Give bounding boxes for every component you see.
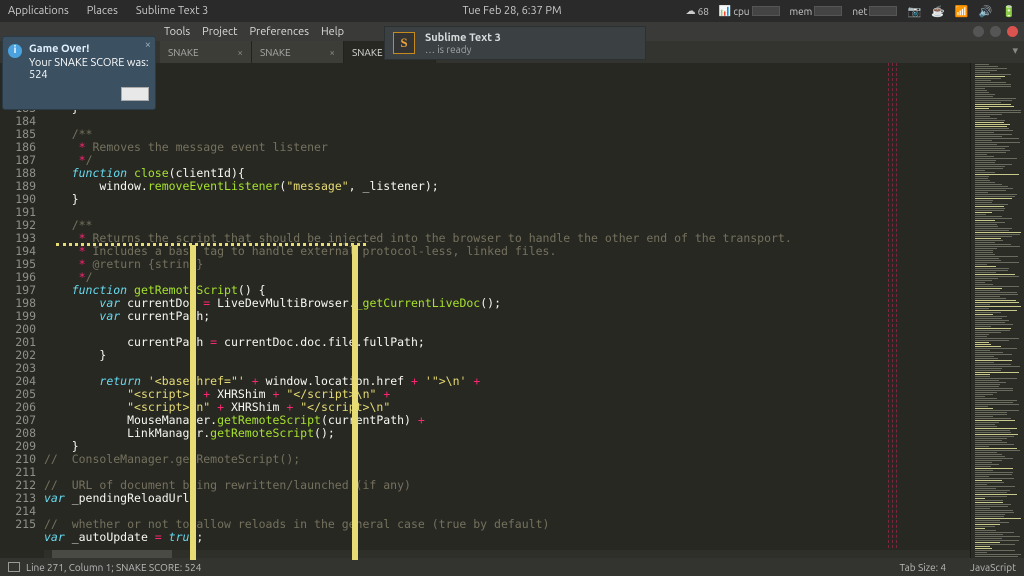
notification-title: Sublime Text 3 (425, 32, 501, 44)
menu-item[interactable]: Help (317, 26, 348, 38)
dialog-body: Your SNAKE SCORE was: 524 (29, 57, 149, 81)
window-maximize-button[interactable] (990, 26, 1001, 37)
line-number-gutter: 1801811821831841851861871881891901911921… (0, 63, 44, 558)
camera-icon[interactable]: 📷 (907, 5, 921, 18)
tab-overflow-icon[interactable]: ▾ (1012, 44, 1018, 57)
close-icon[interactable]: × (237, 47, 243, 58)
window-close-button[interactable] (1007, 26, 1018, 37)
coffee-icon[interactable]: ☕ (931, 5, 945, 18)
net-meter: net (852, 6, 897, 17)
notification-body: … is ready (425, 44, 501, 55)
menu-item[interactable]: Project (198, 26, 241, 38)
window-minimize-button[interactable] (973, 26, 984, 37)
battery-icon[interactable]: 🔋 (1002, 5, 1016, 18)
mem-meter: mem (790, 6, 843, 17)
document-icon (8, 562, 20, 572)
menu-item[interactable]: Preferences (245, 26, 313, 38)
editor-pane: 1801811821831841851861871881891901911921… (0, 63, 1024, 558)
dialog-close-icon[interactable]: × (145, 39, 151, 51)
volume-icon[interactable]: 🔊 (979, 5, 993, 18)
notification-popup[interactable]: S Sublime Text 3 … is ready (384, 26, 646, 60)
editor-tab[interactable]: SNAKE× (160, 41, 252, 63)
tab-size-selector[interactable]: Tab Size: 4 (900, 562, 947, 573)
dialog-title: Game Over! (29, 43, 149, 55)
minimap[interactable] (970, 63, 1024, 558)
code-area[interactable]: } /** * Removes the message event listen… (44, 63, 970, 558)
scrollbar-thumb[interactable] (52, 550, 172, 558)
editor-tab[interactable]: SNAKE× (252, 41, 344, 63)
clock[interactable]: Tue Feb 28, 6:37 PM (462, 5, 561, 17)
close-icon[interactable]: × (329, 47, 335, 58)
cloud-indicator[interactable]: ☁ 68 (686, 5, 709, 17)
status-left[interactable]: Line 271, Column 1; SNAKE SCORE: 524 (26, 562, 201, 573)
network-icon[interactable]: 📶 (955, 5, 969, 18)
syntax-selector[interactable]: JavaScript (970, 562, 1016, 573)
cpu-meter: 📊 cpu (719, 5, 780, 17)
dialog-ok-button[interactable] (121, 87, 149, 101)
menu-active-app[interactable]: Sublime Text 3 (136, 5, 208, 17)
status-bar: Line 271, Column 1; SNAKE SCORE: 524 Tab… (0, 558, 1024, 576)
horizontal-scrollbar[interactable] (44, 550, 970, 558)
info-icon: i (8, 44, 22, 58)
menu-applications[interactable]: Applications (8, 5, 69, 17)
sublime-icon: S (393, 32, 415, 54)
menu-places[interactable]: Places (87, 5, 118, 17)
menu-item[interactable]: Tools (160, 26, 194, 38)
system-top-bar: Applications Places Sublime Text 3 Tue F… (0, 0, 1024, 22)
game-over-dialog: × i Game Over! Your SNAKE SCORE was: 524 (2, 36, 156, 110)
